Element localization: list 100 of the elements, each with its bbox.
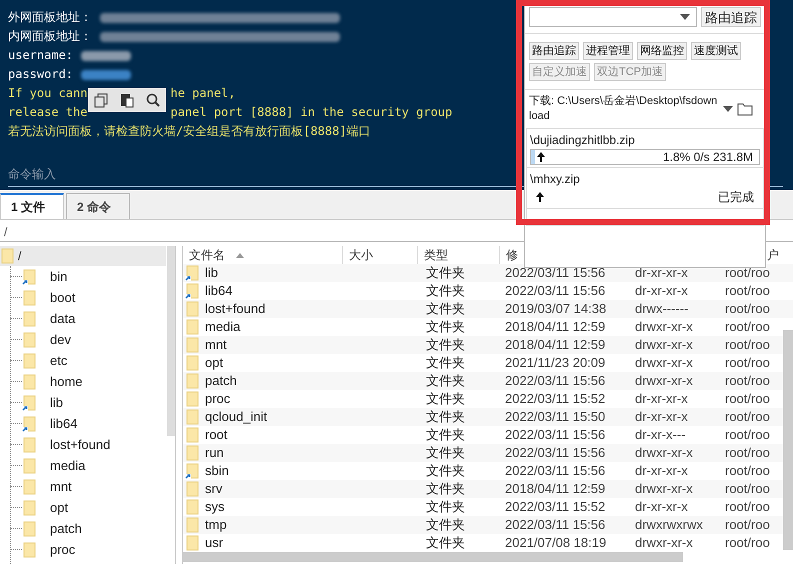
table-cell-text: lost+found xyxy=(205,300,266,318)
tab[interactable]: 1 文件 xyxy=(0,193,64,219)
table-cell-text: root/roo xyxy=(725,426,770,444)
table-cell-text: drwxr-xr-x xyxy=(635,534,694,552)
folder-outline-icon[interactable] xyxy=(737,102,753,116)
transfer-filename: \dujiadingzhitlbb.zip xyxy=(530,132,636,149)
tree-item[interactable]: lib64 xyxy=(50,414,78,434)
table-cell-text: sbin xyxy=(205,462,229,480)
table-cell-text: tmp xyxy=(205,516,227,534)
table-cell-text: run xyxy=(205,444,224,462)
table-cell-text: 文件夹 xyxy=(425,444,466,462)
tree-item[interactable]: lost+found xyxy=(50,434,110,454)
table-cell-text: qcloud_init xyxy=(205,408,268,426)
download-path: 下载: C:\Users\岳金岩\Desktop\fsdownload xyxy=(529,94,718,124)
table-cell-text: 2022/03/11 15:56 xyxy=(504,462,606,480)
folder-icon xyxy=(185,427,199,443)
column-header[interactable]: 类型 xyxy=(424,246,448,264)
table-cell-text: 2022/03/11 15:56 xyxy=(504,282,606,300)
table-cell-text: drwxr-xr-x xyxy=(635,372,694,390)
folder-icon xyxy=(22,542,36,558)
folder-icon xyxy=(22,520,36,536)
table-cell-text: drwxr-xr-x xyxy=(635,444,694,462)
column-header[interactable]: 大小 xyxy=(349,246,373,264)
table-cell-text: root/roo xyxy=(725,300,770,318)
tree-item[interactable]: proc xyxy=(50,540,76,560)
copy-icon[interactable] xyxy=(93,92,109,108)
tool-button[interactable]: 速度测试 xyxy=(691,42,741,60)
column-header[interactable]: 文件名 xyxy=(189,246,225,264)
scrollbar-thumb[interactable] xyxy=(183,552,683,562)
tree-item[interactable]: media xyxy=(50,456,86,476)
table-cell-text: opt xyxy=(205,354,224,372)
terminal-text: 内网面板地址： xyxy=(8,28,92,45)
table-cell-text: 文件夹 xyxy=(425,498,466,516)
table-cell-text: dr-xr-xr-x xyxy=(635,408,689,426)
table-cell-text: root/roo xyxy=(725,318,770,336)
tool-button[interactable]: 进程管理 xyxy=(583,42,633,60)
folder-icon xyxy=(185,373,199,389)
table-cell-text: 文件夹 xyxy=(425,426,466,444)
folder-icon xyxy=(185,535,199,551)
table-cell-text: drwxrwxrwx xyxy=(635,516,704,534)
table-cell-text: root/roo xyxy=(725,516,770,534)
tree-item[interactable]: opt xyxy=(50,498,68,518)
table-cell-text: 文件夹 xyxy=(425,408,466,426)
table-cell-text: root/roo xyxy=(725,264,770,282)
tree-item[interactable]: etc xyxy=(50,350,68,370)
table-cell-text: 2022/03/11 15:52 xyxy=(504,390,606,408)
table-cell-text: root/roo xyxy=(725,336,770,354)
folder-icon xyxy=(185,409,199,425)
blurred-value xyxy=(81,50,132,60)
transfer-item[interactable]: \mhxy.zip 已完成 xyxy=(527,168,763,209)
folder-icon xyxy=(22,458,36,474)
scrollbar-thumb[interactable] xyxy=(167,246,175,436)
folder-icon xyxy=(185,337,199,353)
transfer-item[interactable]: \dujiadingzhitlbb.zip 1.8% 0/s 231.8M xyxy=(527,129,763,168)
trace-button[interactable]: 路由追踪 xyxy=(701,7,761,27)
table-cell-text: media xyxy=(205,318,240,336)
tree-item[interactable]: mnt xyxy=(50,476,72,496)
folder-shortcut-icon xyxy=(22,268,36,284)
table-cell-text: drwx------ xyxy=(635,300,690,318)
upload-arrow-icon xyxy=(537,152,545,162)
table-cell-text: 文件夹 xyxy=(425,264,466,282)
dropdown-caret-icon xyxy=(680,14,690,20)
table-cell-text: usr xyxy=(205,534,224,552)
table-cell-text: 2021/07/08 18:19 xyxy=(504,534,608,552)
folder-icon xyxy=(22,332,36,348)
folder-icon xyxy=(22,290,36,306)
folder-icon xyxy=(22,310,36,326)
terminal-text: 若无法访问面板，请检查防火墙/安全组是否有放行面板[8888]端口 xyxy=(8,123,371,140)
table-cell-text: drwxr-xr-x xyxy=(635,318,694,336)
column-header[interactable]: 户 xyxy=(767,246,779,264)
tool-button[interactable]: 路由追踪 xyxy=(529,42,579,60)
table-cell-text: root xyxy=(205,426,228,444)
table-cell-text: lib64 xyxy=(205,282,232,300)
scrollbar-thumb[interactable] xyxy=(783,330,793,550)
folder-icon xyxy=(185,355,199,371)
tree-item[interactable]: boot xyxy=(50,288,76,308)
table-cell-text: dr-xr-xr-x xyxy=(635,282,689,300)
table-cell-text: dr-xr-xr-x xyxy=(635,264,689,282)
tab[interactable]: 2 命令 xyxy=(66,193,130,219)
tree-item[interactable]: patch xyxy=(50,518,82,538)
table-cell-text: 2022/03/11 15:56 xyxy=(504,372,606,390)
table-cell-text: lib xyxy=(205,264,218,282)
tree-item[interactable]: bin xyxy=(50,266,68,286)
dropdown-caret-icon[interactable] xyxy=(723,106,733,112)
terminal-text: 外网面板地址： xyxy=(8,9,92,26)
tree-item[interactable]: home xyxy=(50,372,83,392)
table-cell-text: srv xyxy=(205,480,222,498)
column-header[interactable]: 修 xyxy=(506,246,518,264)
search-icon[interactable] xyxy=(145,92,161,108)
tree-item[interactable]: dev xyxy=(50,330,71,350)
tree-item[interactable]: data xyxy=(50,308,76,328)
table-cell-text: 2022/03/11 15:56 xyxy=(504,444,606,462)
table-cell-text: root/roo xyxy=(725,408,770,426)
tree-item[interactable]: lib xyxy=(50,392,64,412)
table-cell-text: 文件夹 xyxy=(425,318,466,336)
table-cell-text: 文件夹 xyxy=(425,390,466,408)
table-cell-text: 文件夹 xyxy=(425,300,466,318)
tree-item[interactable]: / xyxy=(0,246,166,266)
tool-button[interactable]: 网络监控 xyxy=(637,42,687,60)
paste-icon[interactable] xyxy=(119,92,135,108)
